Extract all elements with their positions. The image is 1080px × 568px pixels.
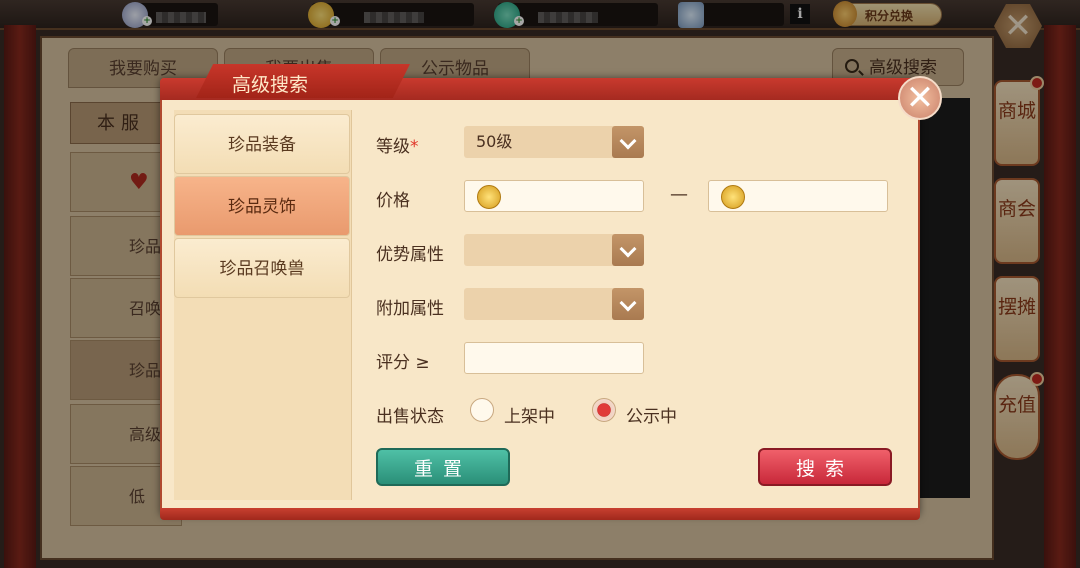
gold-coin-icon [721,185,745,209]
category-ornament[interactable]: 珍品灵饰 [174,176,350,236]
price-max-input[interactable] [708,180,888,212]
status-public-radio[interactable] [592,398,616,422]
dialog-title: 高级搜索 [232,74,309,96]
status-listed-label: 上架中 [504,407,555,427]
chevron-down-icon [612,126,644,158]
dialog-footer-bar [160,508,920,520]
category-list: 珍品装备 珍品灵饰 珍品召唤兽 [174,110,352,500]
status-listed-radio[interactable] [470,398,494,422]
chevron-down-icon [612,234,644,266]
price-separator: — [670,184,688,205]
score-input[interactable] [464,342,644,374]
price-label: 价格 [376,191,410,211]
category-summon-beast[interactable]: 珍品召唤兽 [174,238,350,298]
category-equipment[interactable]: 珍品装备 [174,114,350,174]
chevron-down-icon [612,288,644,320]
score-label: 评分 ≥ [376,353,430,373]
reset-button[interactable]: 重置 [376,448,510,486]
level-select[interactable]: 50级 [464,126,644,158]
close-dialog-button[interactable]: ✕ [898,76,942,120]
search-button[interactable]: 搜索 [758,448,892,486]
price-min-input[interactable] [464,180,644,212]
extra-attr-label: 附加属性 [376,299,444,319]
sale-status-label: 出售状态 [376,407,444,427]
level-label: 等级* [376,137,419,157]
advanced-search-dialog: 珍品装备 珍品灵饰 珍品召唤兽 等级* 50级 价格 — 优势属性 附加属性 评… [160,78,920,520]
gold-coin-icon [477,185,501,209]
advantage-attr-select[interactable] [464,234,644,266]
advantage-attr-label: 优势属性 [376,245,444,265]
level-value: 50级 [476,132,513,151]
required-mark: * [410,137,419,157]
status-public-label: 公示中 [626,407,677,427]
extra-attr-select[interactable] [464,288,644,320]
